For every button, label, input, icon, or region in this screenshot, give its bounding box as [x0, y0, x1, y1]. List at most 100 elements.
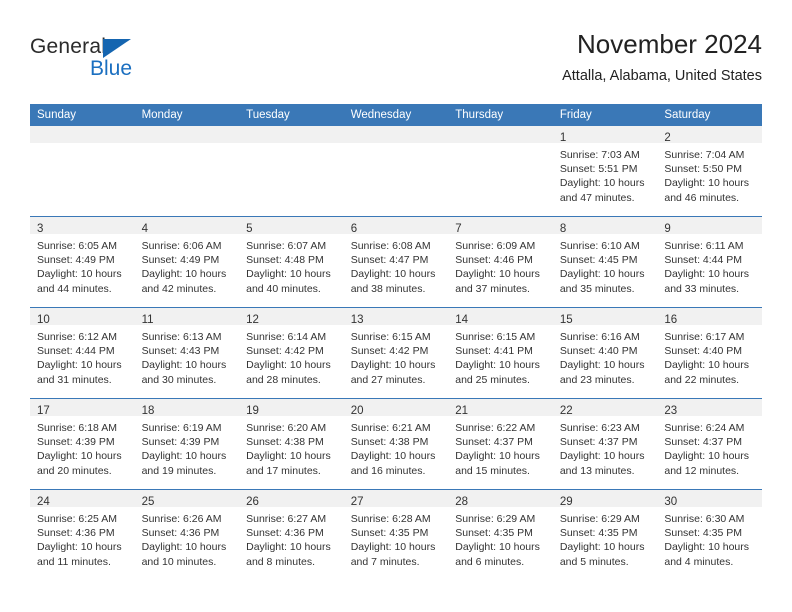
daylight-text: Daylight: 10 hours and 47 minutes. — [559, 177, 645, 204]
calendar-page: General Blue November 2024 Attalla, Alab… — [0, 0, 792, 612]
calendar-cell[interactable]: 3 Sunrise: 6:05 AM Sunset: 4:49 PM Daylight… — [30, 216, 135, 308]
column-header-tuesday: Tuesday — [239, 104, 344, 126]
calendar-cell[interactable]: 12 Sunrise: 6:14 AM Sunset: 4:42 PM Dayligh… — [239, 307, 344, 399]
calendar-cell[interactable] — [239, 126, 344, 217]
calendar-cell[interactable]: 13 Sunrise: 6:15 AM Sunset: 4:42 PM Dayligh… — [343, 307, 449, 399]
day-number: 8 — [559, 223, 567, 235]
calendar-cell[interactable]: 2 Sunrise: 7:04 AM Sunset: 5:50 PM Daylight… — [657, 126, 762, 217]
calendar-cell[interactable]: 8 Sunrise: 6:10 AM Sunset: 4:45 PM Daylight… — [552, 216, 658, 308]
sunset-text: Sunset: 4:43 PM — [141, 345, 220, 358]
sunrise-text: Sunrise: 6:23 AM — [559, 422, 640, 434]
calendar-cell[interactable]: 28 Sunrise: 6:29 AM Sunset: 4:35 PM Dayligh… — [448, 489, 553, 580]
day-number: 21 — [455, 405, 469, 417]
calendar-cell[interactable]: 5 Sunrise: 6:07 AM Sunset: 4:48 PM Daylight… — [239, 216, 344, 308]
calendar-cell[interactable]: 26 Sunrise: 6:27 AM Sunset: 4:36 PM Dayligh… — [239, 489, 344, 580]
sunset-text: Sunset: 4:39 PM — [141, 436, 220, 449]
calendar-cell[interactable]: 22 Sunrise: 6:23 AM Sunset: 4:37 PM Dayligh… — [552, 398, 658, 490]
sunrise-text: Sunrise: 6:24 AM — [664, 422, 745, 434]
daylight-text: Daylight: 10 hours and 28 minutes. — [246, 359, 331, 386]
sunrise-text: Sunrise: 6:22 AM — [455, 422, 536, 434]
sunrise-text: Sunrise: 6:06 AM — [141, 240, 222, 252]
sunrise-text: Sunrise: 7:03 AM — [559, 149, 640, 161]
brand-name-general: General — [30, 35, 107, 58]
calendar-cell[interactable]: 20 Sunrise: 6:21 AM Sunset: 4:38 PM Dayligh… — [343, 398, 449, 490]
brand-logo[interactable]: General Blue — [30, 36, 210, 88]
sunrise-text: Sunrise: 6:05 AM — [37, 240, 117, 252]
calendar-cell[interactable]: 6 Sunrise: 6:08 AM Sunset: 4:47 PM Daylight… — [343, 216, 449, 308]
calendar-cell[interactable]: 7 Sunrise: 6:09 AM Sunset: 4:46 PM Daylight… — [448, 216, 553, 308]
daylight-text: Daylight: 10 hours and 20 minutes. — [37, 450, 122, 477]
calendar-cell[interactable]: 18 Sunrise: 6:19 AM Sunset: 4:39 PM Dayligh… — [134, 398, 240, 490]
calendar-cell[interactable]: 1 Sunrise: 7:03 AM Sunset: 5:51 PM Daylight… — [552, 126, 658, 217]
calendar-cell[interactable]: 4 Sunrise: 6:06 AM Sunset: 4:49 PM Daylight… — [134, 216, 240, 308]
daylight-text: Daylight: 10 hours and 37 minutes. — [455, 268, 540, 295]
daylight-text: Daylight: 10 hours and 10 minutes. — [141, 541, 227, 568]
calendar-cell[interactable] — [343, 126, 449, 217]
calendar-cell[interactable] — [134, 126, 240, 217]
sunrise-text: Sunrise: 6:09 AM — [455, 240, 536, 252]
day-number: 9 — [664, 223, 671, 235]
calendar-cell[interactable] — [30, 126, 135, 217]
daylight-text: Daylight: 10 hours and 46 minutes. — [664, 177, 750, 204]
daylight-text: Daylight: 10 hours and 7 minutes. — [350, 541, 436, 568]
sunset-text: Sunset: 4:44 PM — [37, 345, 115, 358]
day-number: 24 — [37, 496, 50, 508]
calendar-cell[interactable]: 24 Sunrise: 6:25 AM Sunset: 4:36 PM Dayligh… — [30, 489, 135, 580]
sunrise-text: Sunrise: 6:15 AM — [350, 331, 431, 343]
daylight-text: Daylight: 10 hours and 42 minutes. — [141, 268, 227, 295]
day-number: 11 — [141, 314, 154, 326]
calendar-cell[interactable]: 15 Sunrise: 6:16 AM Sunset: 4:40 PM Dayligh… — [552, 307, 658, 399]
sunset-text: Sunset: 4:35 PM — [350, 527, 429, 540]
calendar-cell[interactable]: 30 Sunrise: 6:30 AM Sunset: 4:35 PM Dayligh… — [657, 489, 762, 580]
daylight-text: Daylight: 10 hours and 27 minutes. — [350, 359, 436, 386]
day-number: 12 — [246, 314, 259, 326]
sunrise-text: Sunrise: 7:04 AM — [664, 149, 745, 161]
calendar-cell[interactable]: 25 Sunrise: 6:26 AM Sunset: 4:36 PM Dayligh… — [134, 489, 240, 580]
daylight-text: Daylight: 10 hours and 44 minutes. — [37, 268, 122, 295]
calendar-cell[interactable]: 21 Sunrise: 6:22 AM Sunset: 4:37 PM Dayligh… — [448, 398, 553, 490]
calendar-cell[interactable]: 23 Sunrise: 6:24 AM Sunset: 4:37 PM Dayligh… — [657, 398, 762, 490]
daylight-text: Daylight: 10 hours and 16 minutes. — [350, 450, 436, 477]
sunset-text: Sunset: 4:37 PM — [559, 436, 638, 449]
sunset-text: Sunset: 4:42 PM — [246, 345, 324, 358]
daylight-text: Daylight: 10 hours and 5 minutes. — [559, 541, 645, 568]
calendar-cell[interactable]: 14 Sunrise: 6:15 AM Sunset: 4:41 PM Dayligh… — [448, 307, 553, 399]
day-number: 17 — [37, 405, 50, 417]
calendar-cell[interactable]: 9 Sunrise: 6:11 AM Sunset: 4:44 PM Daylight… — [657, 216, 762, 308]
day-number: 19 — [246, 405, 259, 417]
calendar-cell[interactable]: 11 Sunrise: 6:13 AM Sunset: 4:43 PM Dayligh… — [134, 307, 240, 399]
calendar-week-row: 1 Sunrise: 7:03 AM Sunset: 5:51 PM Daylight… — [30, 126, 762, 217]
day-number: 15 — [559, 314, 573, 326]
column-header-monday: Monday — [134, 104, 240, 126]
sunset-text: Sunset: 4:48 PM — [246, 254, 324, 267]
column-header-thursday: Thursday — [448, 104, 553, 126]
sunrise-text: Sunrise: 6:29 AM — [455, 513, 536, 525]
calendar-cell[interactable]: 17 Sunrise: 6:18 AM Sunset: 4:39 PM Dayligh… — [30, 398, 135, 490]
column-header-sunday: Sunday — [30, 104, 135, 126]
day-number: 16 — [664, 314, 678, 326]
daylight-text: Daylight: 10 hours and 13 minutes. — [559, 450, 645, 477]
calendar-cell[interactable]: 29 Sunrise: 6:29 AM Sunset: 4:35 PM Dayligh… — [552, 489, 658, 580]
calendar-cell[interactable]: 19 Sunrise: 6:20 AM Sunset: 4:38 PM Dayligh… — [239, 398, 344, 490]
sunrise-text: Sunrise: 6:08 AM — [350, 240, 431, 252]
sunset-text: Sunset: 4:49 PM — [141, 254, 220, 267]
sunset-text: Sunset: 4:46 PM — [455, 254, 533, 267]
calendar-table: Sunday Monday Tuesday Wednesday Thursday… — [30, 104, 762, 580]
daylight-text: Daylight: 10 hours and 4 minutes. — [664, 541, 750, 568]
calendar-cell[interactable] — [448, 126, 553, 217]
sunset-text: Sunset: 4:37 PM — [455, 436, 533, 449]
daylight-text: Daylight: 10 hours and 40 minutes. — [246, 268, 331, 295]
page-header: General Blue November 2024 Attalla, Alab… — [30, 28, 762, 94]
day-number: 14 — [455, 314, 469, 326]
day-number: 27 — [350, 496, 364, 508]
daylight-text: Daylight: 10 hours and 33 minutes. — [664, 268, 750, 295]
calendar-cell[interactable]: 27 Sunrise: 6:28 AM Sunset: 4:35 PM Dayligh… — [343, 489, 449, 580]
sunset-text: Sunset: 5:51 PM — [559, 163, 638, 176]
sunset-text: Sunset: 4:42 PM — [350, 345, 429, 358]
daylight-text: Daylight: 10 hours and 8 minutes. — [246, 541, 331, 568]
sunset-text: Sunset: 4:35 PM — [455, 527, 533, 540]
sunset-text: Sunset: 4:38 PM — [246, 436, 324, 449]
calendar-cell[interactable]: 10 Sunrise: 6:12 AM Sunset: 4:44 PM Dayligh… — [30, 307, 135, 399]
daylight-text: Daylight: 10 hours and 19 minutes. — [141, 450, 227, 477]
calendar-cell[interactable]: 16 Sunrise: 6:17 AM Sunset: 4:40 PM Dayligh… — [657, 307, 762, 399]
